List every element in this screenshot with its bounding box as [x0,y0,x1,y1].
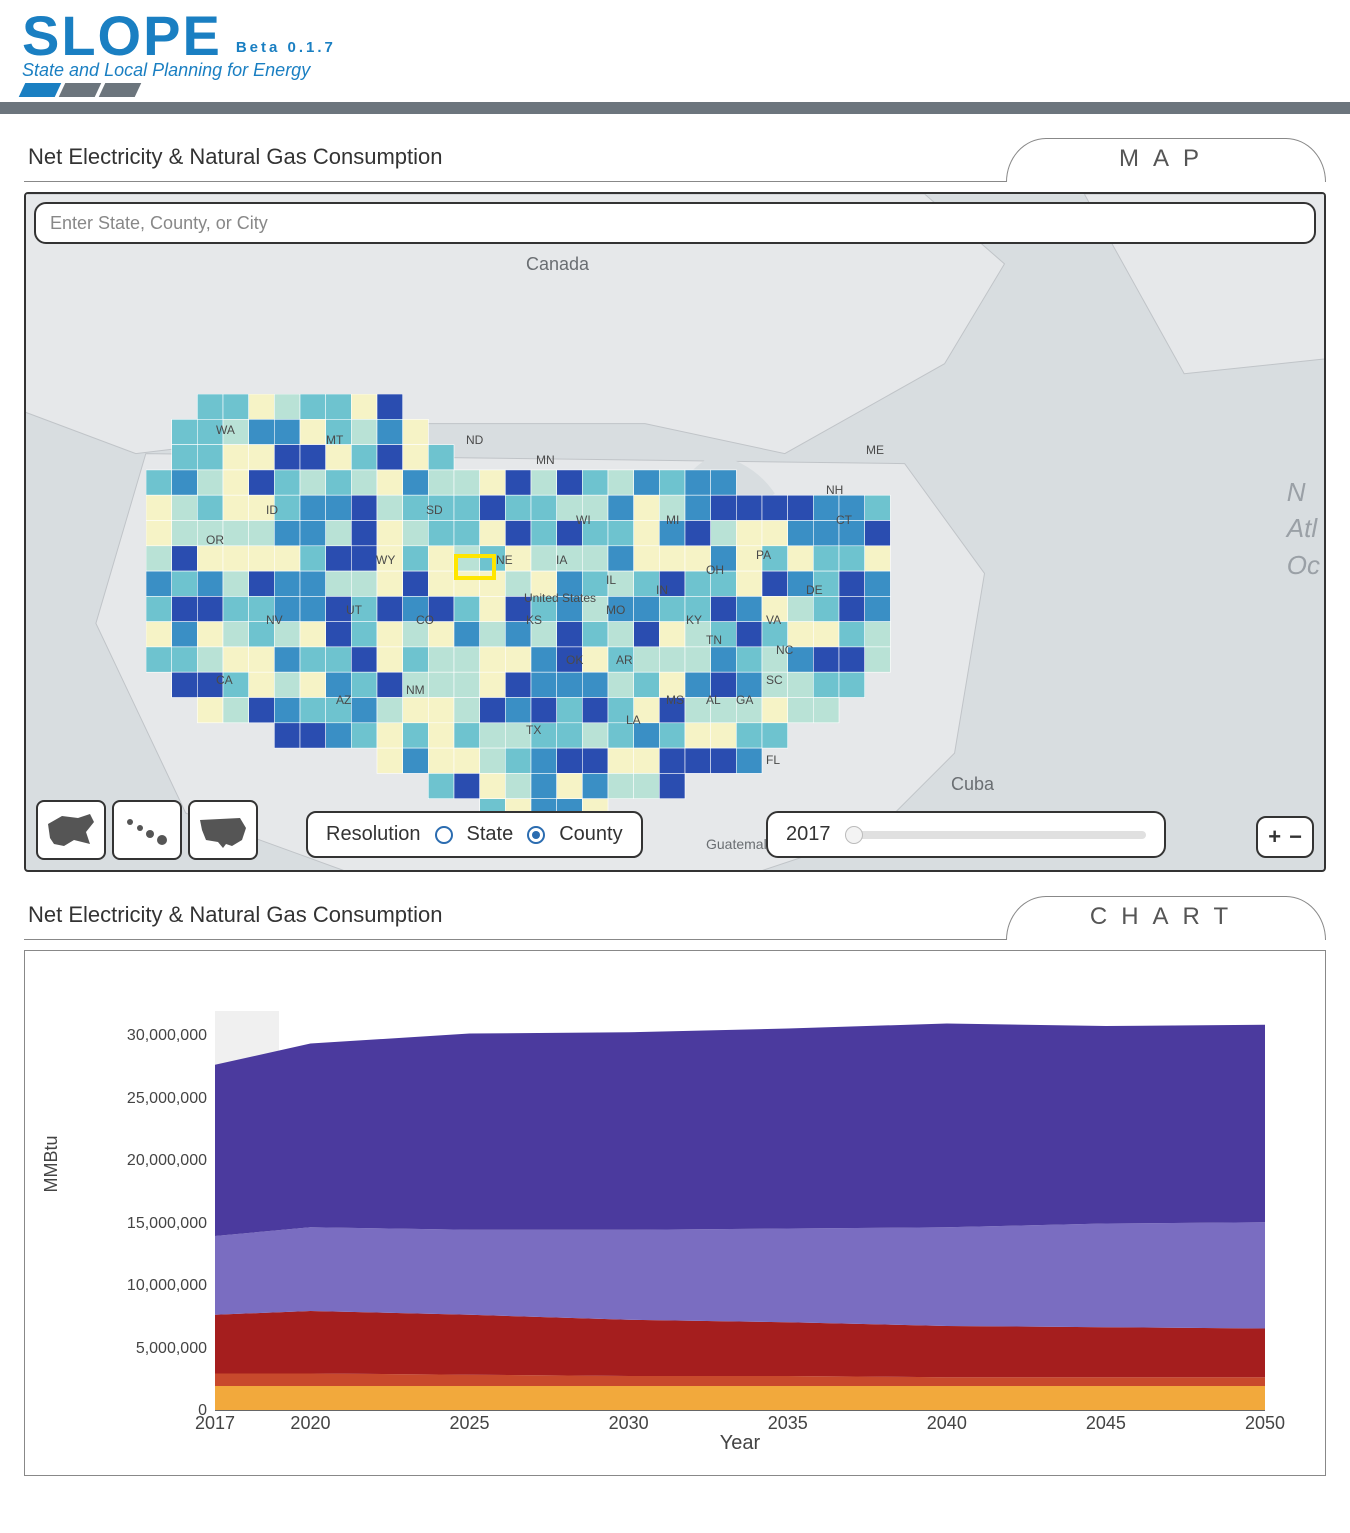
zoom-out-button[interactable]: − [1289,824,1302,850]
svg-text:KY: KY [686,613,702,627]
map-label-cuba: Cuba [951,774,994,795]
location-search-input[interactable] [34,202,1316,244]
resolution-county-radio[interactable] [527,826,545,844]
resolution-state-radio[interactable] [435,826,453,844]
svg-text:KS: KS [526,613,542,627]
brand-name: SLOPE [22,8,222,64]
us-county-choropleth[interactable]: United States WA MT ND MN ID SD WY NE OR NV UT CO NM… [146,394,916,824]
svg-text:CT: CT [836,513,853,527]
svg-text:LA: LA [626,713,641,727]
chart-xlabel: Year [720,1432,760,1455]
svg-text:WI: WI [576,513,591,527]
map-tab[interactable]: MAP [1006,138,1326,182]
chart-xtick: 2025 [450,1411,490,1434]
area-chart-svg [215,1011,1265,1411]
svg-text:NM: NM [406,683,425,697]
map-label-guatemala: Guatemala [706,836,774,852]
year-value: 2017 [786,823,831,846]
chart-ylabel: MMBtu [41,1135,62,1192]
svg-text:United States: United States [524,591,596,605]
svg-text:NC: NC [776,643,794,657]
chart-ytick: 5,000,000 [136,1340,215,1358]
svg-text:IN: IN [656,583,668,597]
svg-text:CO: CO [416,613,434,627]
chart-tab[interactable]: CHART [1006,896,1326,940]
jump-to-alaska-button[interactable] [36,800,106,860]
svg-text:IL: IL [606,573,616,587]
svg-text:NE: NE [496,553,513,567]
svg-text:FL: FL [766,753,780,767]
chart-xtick: 2040 [927,1411,967,1434]
chart-ytick: 30,000,000 [127,1027,215,1045]
svg-text:VA: VA [766,613,781,627]
app-header: SLOPE Beta 0.1.7 State and Local Plannin… [0,0,1350,108]
svg-text:OR: OR [206,533,224,547]
chart-xtick: 2045 [1086,1411,1126,1434]
chart-xtick: 2020 [290,1411,330,1434]
svg-text:CA: CA [216,673,233,687]
chart-ytick: 20,000,000 [127,1152,215,1170]
svg-text:MS: MS [666,693,684,707]
svg-text:UT: UT [346,603,363,617]
map-label-canada: Canada [526,254,589,275]
area-chart: MMBtu Year 05,000,00010,000,00015,000,00… [45,981,1305,1461]
svg-text:MN: MN [536,453,555,467]
resolution-county-label[interactable]: County [559,823,622,846]
decorative-slashes [22,83,1328,102]
svg-text:OK: OK [566,653,583,667]
map-section-title: Net Electricity & Natural Gas Consumptio… [24,138,1006,182]
svg-text:MT: MT [326,433,344,447]
svg-text:ND: ND [466,433,484,447]
zoom-in-button[interactable]: + [1268,824,1281,850]
svg-text:AZ: AZ [336,693,351,707]
svg-text:NH: NH [826,483,843,497]
svg-text:AR: AR [616,653,633,667]
year-slider-thumb[interactable] [845,826,863,844]
svg-text:ME: ME [866,443,884,457]
svg-text:WA: WA [216,423,235,437]
chart-section-title: Net Electricity & Natural Gas Consumptio… [24,896,1006,940]
svg-text:TX: TX [526,723,541,737]
svg-text:PA: PA [756,548,771,562]
year-slider[interactable] [845,831,1147,839]
map-label-ocean: NAtlOc [1287,474,1320,583]
svg-text:WY: WY [376,553,395,567]
svg-text:NV: NV [266,613,283,627]
header-divider [0,102,1350,114]
svg-text:AL: AL [706,693,721,707]
choropleth-map[interactable]: Canada Mexico Cuba Guatemala NAtlOc Unit… [26,194,1324,870]
svg-text:GA: GA [736,693,753,707]
chart-ytick: 15,000,000 [127,1215,215,1233]
chart-xtick: 2035 [768,1411,808,1434]
chart-xtick: 2050 [1245,1411,1285,1434]
chart-xtick: 2030 [609,1411,649,1434]
resolution-selector: Resolution State County [306,811,643,858]
svg-text:IA: IA [556,553,567,567]
svg-text:MI: MI [666,513,679,527]
map-panel: Canada Mexico Cuba Guatemala NAtlOc Unit… [24,192,1326,872]
chart-panel: MMBtu Year 05,000,00010,000,00015,000,00… [24,950,1326,1476]
resolution-label: Resolution [326,823,421,846]
chart-ytick: 10,000,000 [127,1277,215,1295]
jump-to-hawaii-button[interactable] [112,800,182,860]
svg-text:SC: SC [766,673,783,687]
resolution-state-label[interactable]: State [467,823,514,846]
brand-tagline: State and Local Planning for Energy [22,60,1328,81]
svg-text:OH: OH [706,563,724,577]
svg-text:DE: DE [806,583,823,597]
chart-ytick: 25,000,000 [127,1090,215,1108]
jump-to-contiguous-us-button[interactable] [188,800,258,860]
year-slider-pill: 2017 [766,811,1166,858]
svg-text:TN: TN [706,633,722,647]
svg-text:SD: SD [426,503,443,517]
chart-xtick: 2017 [195,1411,235,1434]
svg-text:ID: ID [266,503,278,517]
svg-text:MO: MO [606,603,625,617]
